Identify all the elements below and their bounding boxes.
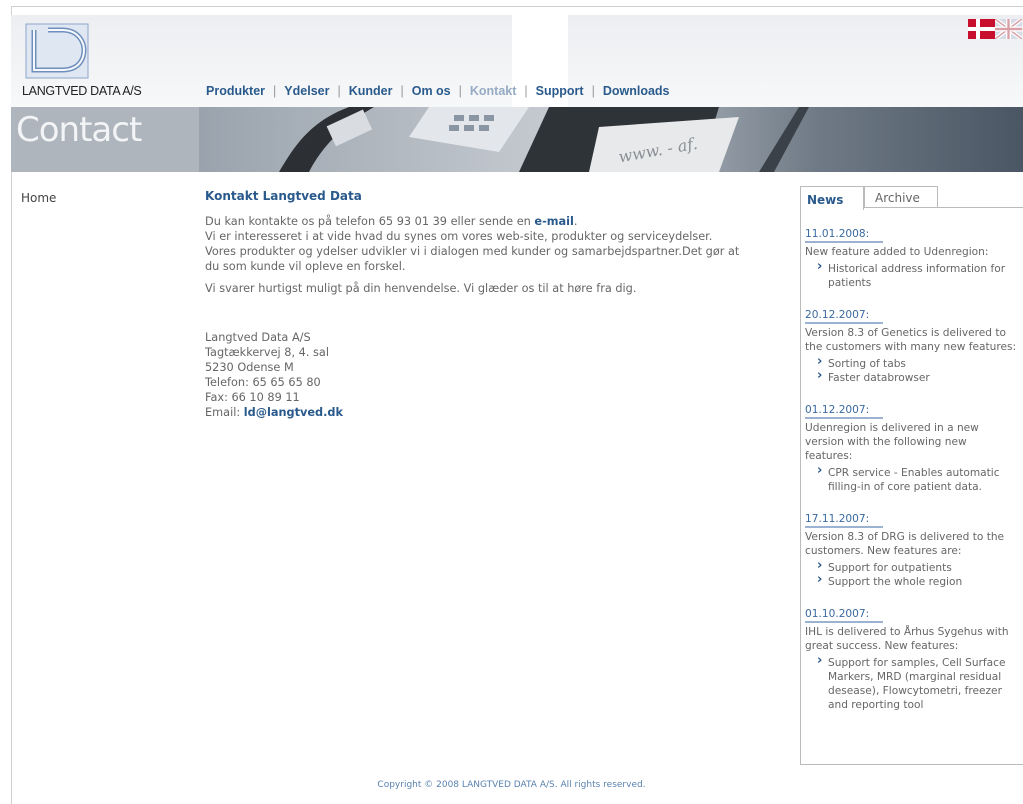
- news-bullet: Historical address information for patie…: [817, 260, 1017, 290]
- news-date: 01.10.2007:: [805, 607, 884, 623]
- footer-copyright: Copyright © 2008 LANGTVED DATA A/S. All …: [377, 780, 646, 790]
- address-city: 5230 Odense M: [205, 361, 294, 374]
- news-bullet: Support the whole region: [817, 573, 1017, 589]
- tabs-divider: [937, 207, 1023, 208]
- news-item: 01.10.2007: IHL is delivered to Århus Sy…: [805, 607, 1017, 712]
- news-bullet: Sorting of tabs: [817, 355, 1017, 371]
- uk-flag-icon[interactable]: [995, 19, 1022, 39]
- contact-intro: Du kan kontakte os på telefon 65 93 01 3…: [205, 214, 745, 274]
- intro-rest: Vi er interesseret i at vide hvad du syn…: [205, 230, 740, 273]
- news-date: 20.12.2007:: [805, 308, 884, 324]
- sidebar-home-link[interactable]: Home: [21, 191, 56, 205]
- address-fax: Fax: 66 10 89 11: [205, 391, 300, 404]
- nav-downloads[interactable]: Downloads: [603, 84, 670, 98]
- nav-kunder[interactable]: Kunder: [349, 84, 393, 98]
- ld-logo[interactable]: [22, 22, 92, 80]
- news-item: 20.12.2007: Version 8.3 of Genetics is d…: [805, 308, 1017, 385]
- news-date: 01.12.2007:: [805, 403, 884, 419]
- news-text: IHL is delivered to Århus Sygehus with g…: [805, 626, 1009, 652]
- nav-separator: |: [337, 84, 341, 98]
- email-link[interactable]: e-mail: [534, 215, 574, 228]
- page-heading: Kontakt Langtved Data: [205, 189, 362, 203]
- tab-news[interactable]: News: [800, 186, 864, 210]
- news-text: Version 8.3 of DRG is delivered to the c…: [805, 531, 1005, 557]
- news-bullet: Faster databrowser: [817, 369, 1017, 385]
- brand-name: LANGTVED DATA A/S: [22, 84, 142, 98]
- main-nav: Produkter | Ydelser | Kunder | Om os | Konta…: [206, 84, 670, 98]
- news-tabs: News Archive: [800, 186, 1023, 210]
- news-list: 11.01.2008: New feature added to Udenreg…: [805, 227, 1017, 730]
- news-bullet: Support for samples, Cell Surface Marker…: [817, 654, 1017, 712]
- nav-ydelser[interactable]: Ydelser: [284, 84, 329, 98]
- reply-text: Vi svarer hurtigst muligt på din henvend…: [205, 282, 637, 295]
- nav-produkter[interactable]: Produkter: [206, 84, 265, 98]
- nav-separator: |: [400, 84, 404, 98]
- news-bullet: CPR service - Enables automatic filling-…: [817, 464, 1017, 494]
- news-text: Udenregion is delivered in a new version…: [805, 422, 979, 462]
- address-block: Langtved Data A/S Tagtækkervej 8, 4. sal…: [205, 330, 745, 420]
- address-street: Tagtækkervej 8, 4. sal: [205, 346, 329, 359]
- main-content: Kontakt Langtved Data Du kan kontakte os…: [205, 189, 745, 420]
- address-email-row: Email: ld@langtved.dk: [205, 405, 745, 420]
- news-bullet: Support for outpatients: [817, 559, 1017, 575]
- news-item: 11.01.2008: New feature added to Udenreg…: [805, 227, 1017, 290]
- banner-title: Contact: [16, 110, 142, 150]
- address-email-link[interactable]: ld@langtved.dk: [244, 406, 343, 419]
- nav-separator: |: [524, 84, 528, 98]
- danish-flag-icon[interactable]: [968, 19, 995, 39]
- intro-punct: .: [573, 215, 578, 228]
- news-text: Version 8.3 of Genetics is delivered to …: [805, 327, 1017, 353]
- tab-archive[interactable]: Archive: [864, 186, 938, 208]
- nav-support[interactable]: Support: [536, 84, 584, 98]
- email-label: Email:: [205, 406, 244, 419]
- address-company: Langtved Data A/S: [205, 331, 311, 344]
- news-text: New feature added to Udenregion:: [805, 246, 989, 258]
- news-date: 11.01.2008:: [805, 227, 884, 243]
- nav-separator: |: [458, 84, 462, 98]
- nav-kontakt[interactable]: Kontakt: [470, 84, 517, 98]
- banner-photo: www. - af.: [199, 107, 1023, 172]
- nav-separator: |: [591, 84, 595, 98]
- nav-separator: |: [273, 84, 277, 98]
- nav-om-os[interactable]: Om os: [412, 84, 451, 98]
- news-item: 01.12.2007: Udenregion is delivered in a…: [805, 403, 1017, 494]
- intro-text: Du kan kontakte os på telefon 65 93 01 3…: [205, 215, 535, 228]
- language-flags: [968, 19, 1022, 39]
- address-phone: Telefon: 65 65 65 80: [205, 376, 321, 389]
- news-item: 17.11.2007: Version 8.3 of DRG is delive…: [805, 512, 1017, 589]
- news-date: 17.11.2007:: [805, 512, 884, 528]
